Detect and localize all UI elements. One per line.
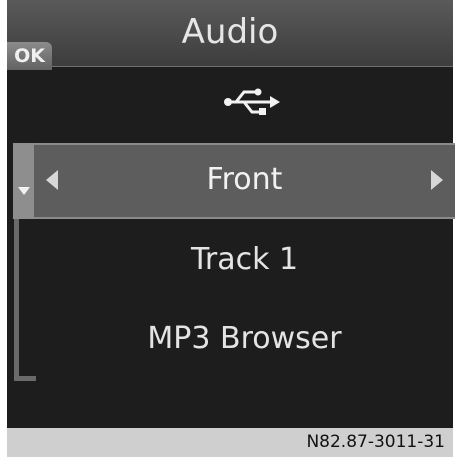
scroll-down-icon: [18, 187, 30, 195]
figure-caption-bar: N82.87-3011-31: [7, 428, 453, 457]
scrollbar-track-end: [14, 376, 36, 381]
menu-item-track[interactable]: Track 1: [34, 242, 455, 277]
page-title: Audio: [181, 12, 279, 52]
menu-item-mp3-browser[interactable]: MP3 Browser: [34, 321, 455, 356]
scrollbar-thumb[interactable]: [13, 143, 34, 219]
usb-icon: [224, 88, 280, 115]
menu-item-front[interactable]: Front: [34, 162, 455, 197]
title-bar: Audio: [7, 0, 453, 67]
ok-button[interactable]: OK: [7, 42, 52, 70]
scrollbar-track: [14, 200, 19, 380]
figure-code: N82.87-3011-31: [306, 432, 445, 452]
